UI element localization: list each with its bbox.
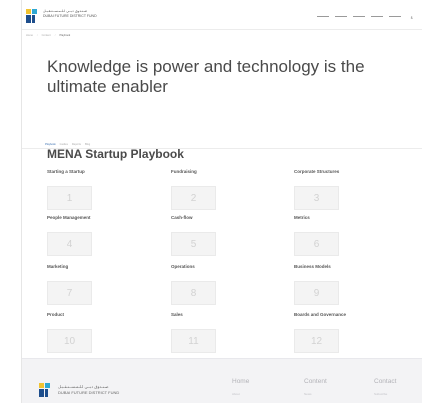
chapter-title: Corporate Structures xyxy=(294,169,340,174)
chapter-card[interactable]: Sales 11 xyxy=(171,312,291,353)
nav-item[interactable] xyxy=(352,16,365,17)
hero-title: Knowledge is power and technology is the… xyxy=(47,57,365,96)
footer-link[interactable]: About xyxy=(232,392,249,396)
footer-logo-icon[interactable] xyxy=(39,383,53,397)
playbook-title: MENA Startup Playbook xyxy=(47,147,184,161)
breadcrumb-content[interactable]: Content xyxy=(42,34,51,37)
nav-item[interactable] xyxy=(334,16,347,17)
chapter-number[interactable]: 7 xyxy=(47,281,92,305)
chapter-number[interactable]: 12 xyxy=(294,329,339,353)
chapter-card[interactable]: Cash-flow 5 xyxy=(171,215,291,256)
language-switch[interactable]: ع xyxy=(411,14,413,19)
chapter-number[interactable]: 1 xyxy=(47,186,92,210)
footer-heading[interactable]: Home xyxy=(232,378,249,385)
chapter-number[interactable]: 6 xyxy=(294,232,339,256)
content-tabs: Playbook Guides Reports Blog xyxy=(45,143,90,146)
chapter-number[interactable]: 10 xyxy=(47,329,92,353)
chapter-number[interactable]: 2 xyxy=(171,186,216,210)
chapter-title: Marketing xyxy=(47,264,69,269)
chapter-title: People Management xyxy=(47,215,91,220)
chapter-number[interactable]: 9 xyxy=(294,281,339,305)
logo-english: DUBAI FUTURE DISTRICT FUND xyxy=(43,14,97,18)
site-header: صـنـدوق دبــي لـلـمـســتـقـبـل DUBAI FUT… xyxy=(22,0,422,30)
dfdf-logo-icon[interactable] xyxy=(26,9,40,23)
chapter-title: Starting a Startup xyxy=(47,169,85,174)
chapter-number[interactable]: 3 xyxy=(294,186,339,210)
chapter-card[interactable]: Operations 8 xyxy=(171,264,291,305)
chapter-number[interactable]: 5 xyxy=(171,232,216,256)
footer-column-home: Home About xyxy=(232,378,249,396)
breadcrumb-separator: / xyxy=(36,34,38,37)
chapter-card[interactable]: Corporate Structures 3 xyxy=(294,169,414,210)
main-nav: ع xyxy=(316,14,413,19)
chapter-title: Business Models xyxy=(294,264,331,269)
chapter-card[interactable]: Product 10 xyxy=(47,312,167,353)
nav-item[interactable] xyxy=(316,16,329,17)
chapter-card[interactable]: Starting a Startup 1 xyxy=(47,169,167,210)
chapter-card[interactable]: Fundraising 2 xyxy=(171,169,291,210)
chapter-title: Product xyxy=(47,312,65,317)
tab-playbook[interactable]: Playbook xyxy=(45,143,56,146)
tab-reports[interactable]: Reports xyxy=(72,143,81,146)
footer-column-content: Content News xyxy=(304,378,327,396)
chapter-card[interactable]: Business Models 9 xyxy=(294,264,414,305)
nav-item[interactable] xyxy=(370,16,383,17)
chapter-number[interactable]: 8 xyxy=(171,281,216,305)
nav-item[interactable] xyxy=(388,16,401,17)
chapter-card[interactable]: People Management 4 xyxy=(47,215,167,256)
chapter-card[interactable]: Metrics 6 xyxy=(294,215,414,256)
breadcrumb-current: Playbook xyxy=(59,34,71,37)
chapter-title: Metrics xyxy=(294,215,310,220)
site-footer: صـنـدوق دبــي لـلـمـســتـقـبـل DUBAI FUT… xyxy=(22,358,422,403)
chapter-title: Sales xyxy=(171,312,183,317)
chapter-number[interactable]: 4 xyxy=(47,232,92,256)
page-frame: صـنـدوق دبــي لـلـمـســتـقـبـل DUBAI FUT… xyxy=(21,0,422,403)
chapter-card[interactable]: Marketing 7 xyxy=(47,264,167,305)
chapter-title: Fundraising xyxy=(171,169,197,174)
footer-logo-text: صـنـدوق دبــي لـلـمـســتـقـبـل DUBAI FUT… xyxy=(58,384,158,396)
footer-heading[interactable]: Contact xyxy=(374,378,396,385)
breadcrumb-home[interactable]: Home xyxy=(26,34,33,37)
chapter-title: Boards and Governance xyxy=(294,312,347,317)
tab-blog[interactable]: Blog xyxy=(85,143,90,146)
footer-logo-english: DUBAI FUTURE DISTRICT FUND xyxy=(58,390,120,395)
footer-link[interactable]: News xyxy=(304,392,327,396)
breadcrumb-separator: / xyxy=(54,34,56,37)
footer-link[interactable]: Subscribe xyxy=(374,392,396,396)
chapter-number[interactable]: 11 xyxy=(171,329,216,353)
logo-text[interactable]: صـنـدوق دبــي لـلـمـســتـقـبـل DUBAI FUT… xyxy=(43,9,103,19)
chapter-card[interactable]: Boards and Governance 12 xyxy=(294,312,414,353)
tab-guides[interactable]: Guides xyxy=(60,143,68,146)
footer-heading[interactable]: Content xyxy=(304,378,327,385)
chapter-title: Operations xyxy=(171,264,195,269)
footer-column-contact: Contact Subscribe xyxy=(374,378,396,396)
chapter-title: Cash-flow xyxy=(171,215,193,220)
breadcrumb: Home / Content / Playbook xyxy=(26,34,70,37)
